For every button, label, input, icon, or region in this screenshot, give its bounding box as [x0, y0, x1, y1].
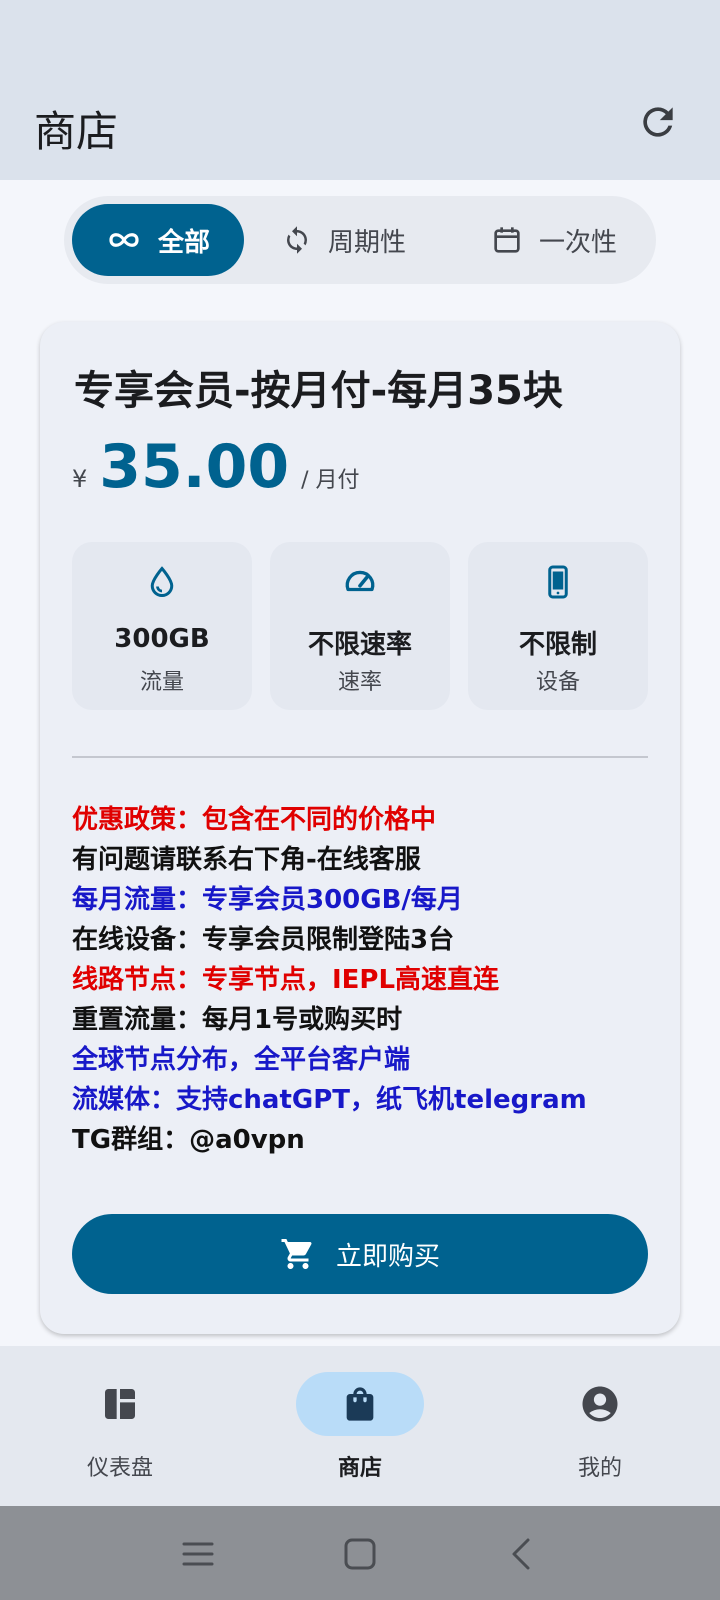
- nav-dashboard[interactable]: 仪表盘: [0, 1346, 240, 1506]
- tab-one-time[interactable]: 一次性: [464, 204, 644, 276]
- tab-periodic[interactable]: 周期性: [264, 204, 424, 276]
- stat-devices-label: 设备: [535, 670, 580, 695]
- recent-apps-icon[interactable]: [180, 1536, 216, 1572]
- stat-traffic: 300GB 流量: [72, 542, 252, 710]
- calendar-icon: [494, 227, 520, 253]
- refresh-icon[interactable]: [636, 100, 680, 144]
- description-line: 线路节点：专享节点，IEPL高速直连: [72, 965, 500, 995]
- stat-traffic-value: 300GB: [114, 624, 210, 654]
- nav-store[interactable]: 商店: [240, 1346, 480, 1506]
- description-line: 优惠政策：包含在不同的价格中: [72, 805, 437, 835]
- price-amount: 35.00: [99, 432, 290, 502]
- back-icon[interactable]: [504, 1536, 540, 1572]
- speedometer-icon: [345, 570, 375, 592]
- buy-now-button[interactable]: 立即购买: [72, 1214, 648, 1294]
- tab-all[interactable]: 全部: [72, 204, 244, 276]
- tab-all-label: 全部: [157, 227, 210, 258]
- description-line: 每月流量：专享会员300GB/每月: [72, 885, 463, 915]
- description-line: 在线设备：专享会员限制登陆3台: [72, 925, 455, 955]
- infinity-icon: [109, 233, 139, 247]
- app-bar: 商店: [0, 0, 720, 180]
- description-line: 流媒体：支持chatGPT，纸飞机telegram: [72, 1085, 587, 1115]
- tab-periodic-label: 周期性: [327, 227, 406, 258]
- stat-speed-label: 速率: [337, 670, 382, 695]
- price-period: / 月付: [301, 468, 360, 493]
- description-line: 全球节点分布，全平台客户端: [72, 1045, 411, 1075]
- dashboard-icon: [105, 1389, 135, 1419]
- cart-icon: [281, 1239, 312, 1269]
- nav-profile-label: 我的: [577, 1456, 622, 1481]
- tab-one-time-label: 一次性: [538, 227, 617, 258]
- plan-type-filter: 全部 周期性 一次性: [64, 196, 656, 284]
- nav-profile[interactable]: 我的: [480, 1346, 720, 1506]
- nav-dashboard-label: 仪表盘: [86, 1456, 153, 1481]
- stat-devices: 不限制 设备: [468, 542, 648, 710]
- currency-symbol: ¥: [72, 465, 88, 493]
- buy-now-label: 立即购买: [335, 1241, 440, 1272]
- plan-title: 专享会员-按月付-每月35块: [74, 368, 563, 414]
- stat-traffic-label: 流量: [139, 670, 184, 695]
- bottom-navigation: 仪表盘 商店 我的: [0, 1346, 720, 1506]
- nav-store-label: 商店: [337, 1456, 382, 1481]
- stat-speed: 不限速率 速率: [270, 542, 450, 710]
- phone-icon: [548, 565, 568, 599]
- plan-card: 专享会员-按月付-每月35块 ¥ 35.00 / 月付 300GB 流量 不限速…: [40, 322, 680, 1334]
- sync-icon: [286, 226, 307, 254]
- page-title: 商店: [34, 107, 119, 156]
- plan-description: 优惠政策：包含在不同的价格中 有问题请联系右下角-在线客服 每月流量：专享会员3…: [72, 800, 662, 1160]
- description-line: TG群组：@a0vpn: [72, 1125, 305, 1155]
- description-line: 有问题请联系右下角-在线客服: [72, 845, 421, 875]
- price: ¥ 35.00 / 月付: [72, 432, 359, 502]
- system-navigation-bar: [0, 1506, 720, 1600]
- description-line: 重置流量：每月1号或购买时: [72, 1005, 403, 1035]
- stat-devices-value: 不限制: [518, 630, 597, 660]
- stat-speed-value: 不限速率: [307, 630, 412, 660]
- shopping-bag-icon: [346, 1387, 374, 1421]
- account-icon: [582, 1386, 618, 1422]
- home-icon[interactable]: [342, 1536, 378, 1572]
- droplet-icon: [150, 566, 174, 597]
- divider: [72, 756, 648, 758]
